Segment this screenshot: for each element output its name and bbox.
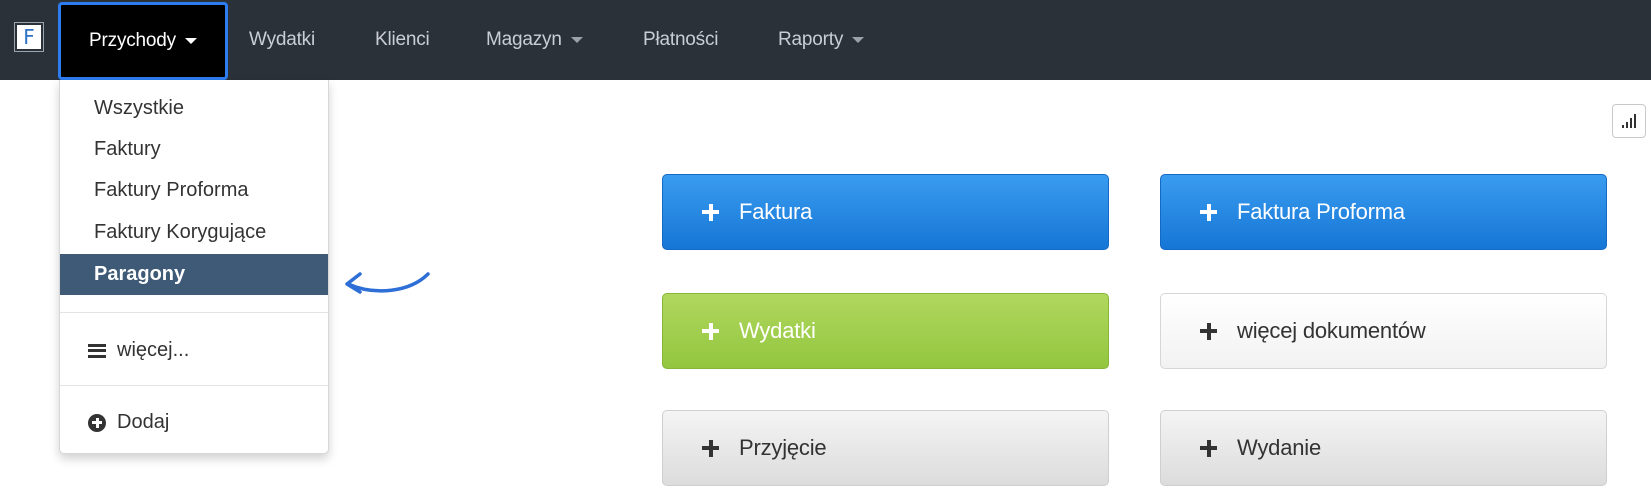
dropdown-item-dodaj[interactable]: Dodaj (60, 402, 328, 443)
button-label: Przyjęcie (739, 435, 827, 460)
nav-item-label: Wydatki (249, 29, 315, 50)
button-label: więcej dokumentów (1237, 318, 1426, 343)
f-logo-icon[interactable]: F (14, 22, 44, 52)
nav-item-label: Przychody (89, 30, 176, 51)
top-navbar: F Przychody Wydatki Klienci Magazyn Płat… (0, 0, 1651, 80)
button-label: Faktura Proforma (1237, 199, 1405, 224)
new-wydanie-button[interactable]: Wydanie (1160, 410, 1607, 486)
nav-item-label: Klienci (375, 29, 430, 50)
new-faktura-button[interactable]: Faktura (662, 174, 1109, 250)
plus-icon (702, 203, 719, 221)
new-wydatki-button[interactable]: Wydatki (662, 293, 1109, 369)
caret-down-icon (184, 38, 197, 44)
nav-item-platnosci[interactable]: Płatności (643, 0, 718, 80)
curved-arrow-icon (345, 272, 430, 294)
nav-item-klienci[interactable]: Klienci (375, 0, 430, 80)
przychody-dropdown-menu: Wszystkie Faktury Faktury Proforma Faktu… (59, 80, 329, 454)
nav-item-label: Raporty (778, 29, 844, 50)
dropdown-item-wszystkie[interactable]: Wszystkie (60, 88, 328, 129)
dropdown-item-faktury[interactable]: Faktury (60, 129, 328, 170)
dropdown-item-faktury-korygujace[interactable]: Faktury Korygujące (60, 212, 328, 253)
plus-icon (1200, 439, 1217, 457)
plus-circle-icon (87, 413, 107, 432)
nav-item-przychody[interactable]: Przychody (58, 2, 228, 80)
button-label: Wydatki (739, 318, 816, 343)
dropdown-item-paragony[interactable]: Paragony (60, 254, 328, 295)
plus-icon (702, 439, 719, 457)
button-label: Faktura (739, 199, 813, 224)
plus-icon (1200, 322, 1217, 340)
dropdown-item-wiecej[interactable]: więcej... (60, 330, 328, 371)
dropdown-item-label: więcej... (117, 339, 190, 361)
nav-item-wydatki[interactable]: Wydatki (249, 0, 315, 80)
new-faktura-proforma-button[interactable]: Faktura Proforma (1160, 174, 1607, 250)
nav-item-raporty[interactable]: Raporty (778, 0, 865, 80)
nav-item-label: Płatności (643, 29, 719, 50)
more-documents-button[interactable]: więcej dokumentów (1160, 293, 1607, 369)
caret-down-icon (852, 37, 865, 43)
new-przyjecie-button[interactable]: Przyjęcie (662, 410, 1109, 486)
dropdown-divider (60, 312, 328, 313)
dropdown-item-label: Dodaj (117, 411, 170, 433)
nav-item-magazyn[interactable]: Magazyn (486, 0, 583, 80)
signal-bars-icon[interactable] (1612, 104, 1646, 138)
dropdown-divider (60, 385, 328, 386)
menu-lines-icon (87, 343, 107, 358)
dropdown-item-faktury-proforma[interactable]: Faktury Proforma (60, 170, 328, 211)
caret-down-icon (570, 37, 583, 43)
button-label: Wydanie (1237, 435, 1322, 460)
nav-item-label: Magazyn (486, 29, 562, 50)
plus-icon (1200, 203, 1217, 221)
plus-icon (702, 322, 719, 340)
